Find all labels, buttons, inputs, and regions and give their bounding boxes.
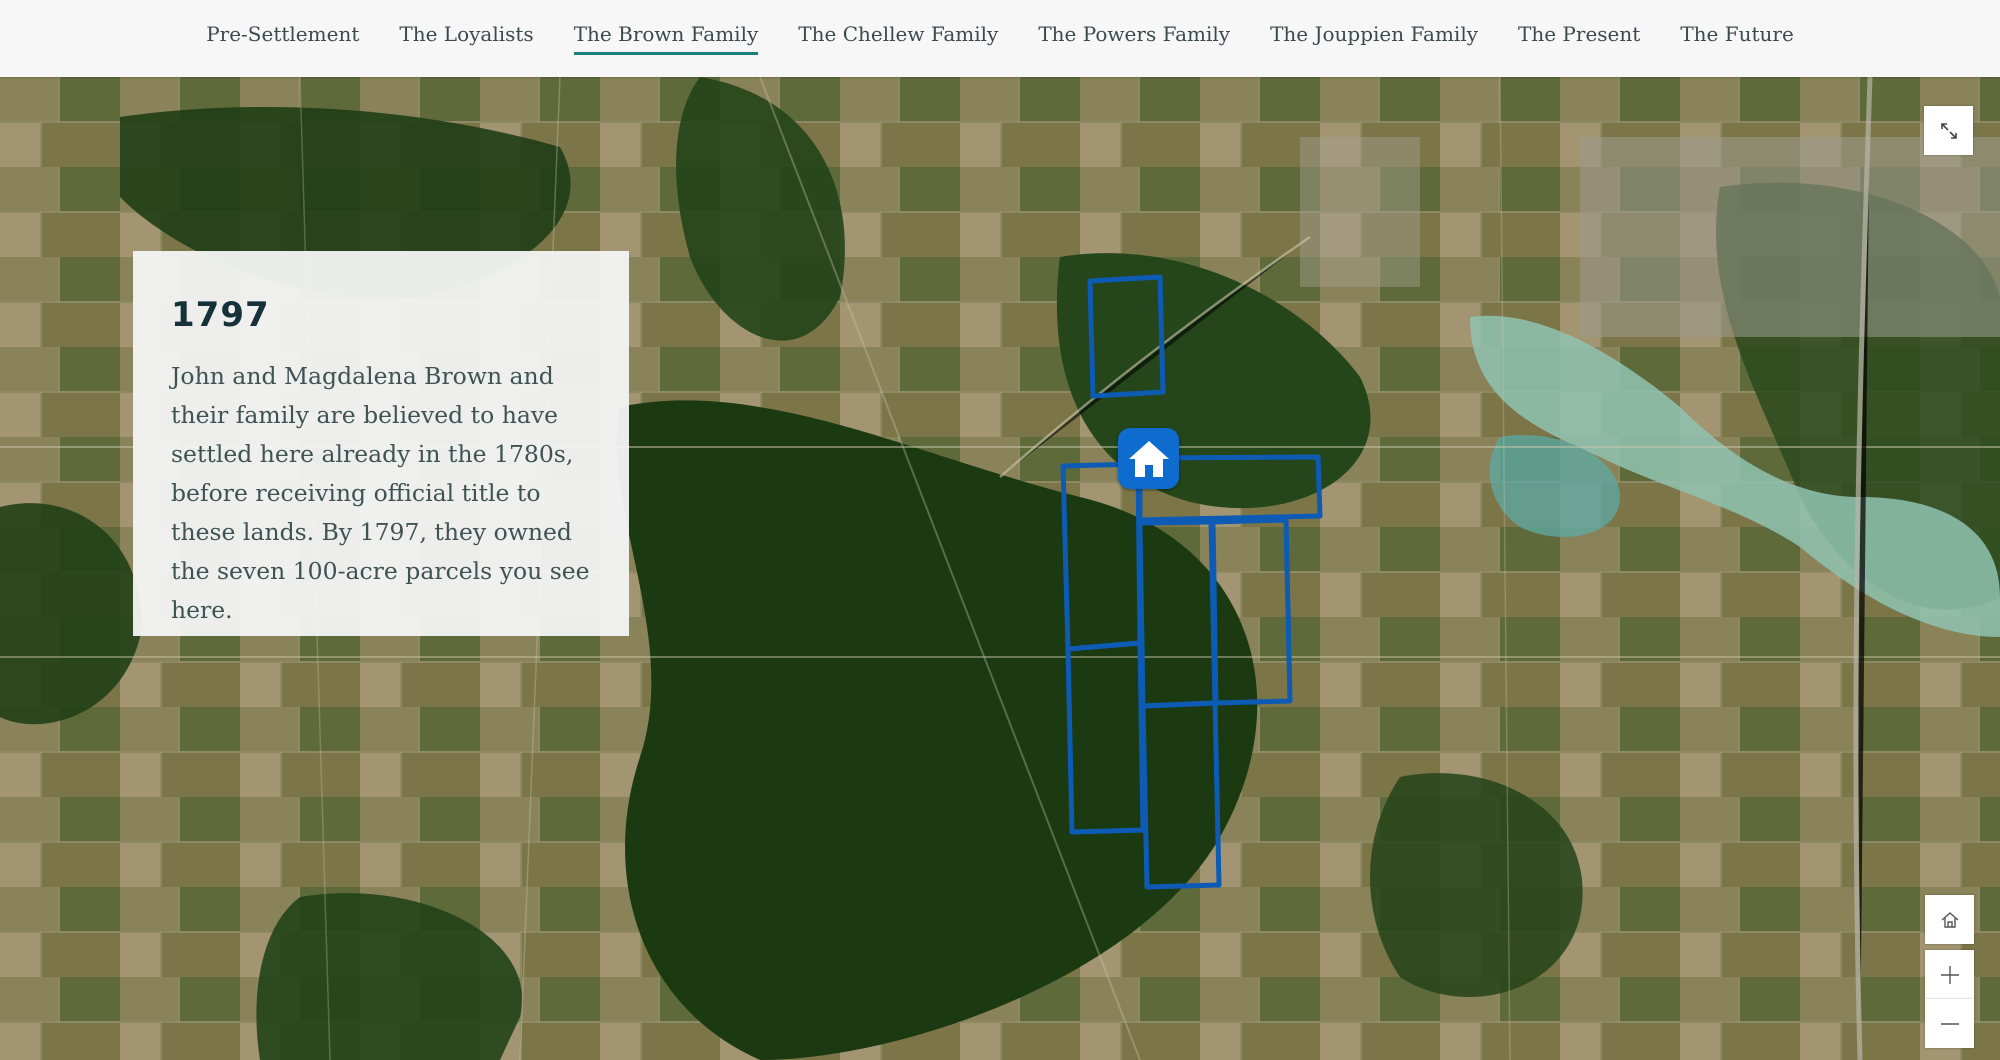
story-navigation: Pre-Settlement The Loyalists The Brown F… [0,0,2000,77]
story-card: 1797 John and Magdalena Brown and their … [133,251,629,636]
expand-icon [1940,122,1957,139]
homestead-marker[interactable] [1118,428,1179,489]
parcel-6[interactable] [1065,640,1146,835]
home-icon [1941,911,1958,928]
nav-item-loyalists[interactable]: The Loyalists [399,22,533,55]
fullscreen-button[interactable] [1924,106,1973,155]
zoom-in-button[interactable] [1925,950,1974,999]
plus-icon [1940,965,1959,984]
card-description: John and Magdalena Brown and their famil… [171,362,590,624]
parcel-1[interactable] [1087,274,1166,399]
nav-item-chellew-family[interactable]: The Chellew Family [798,22,998,55]
parcel-3[interactable] [1060,461,1143,652]
nav-item-pre-settlement[interactable]: Pre-Settlement [206,22,359,55]
zoom-out-button[interactable] [1925,999,1974,1048]
default-extent-button[interactable] [1925,895,1974,944]
parcel-4[interactable] [1137,519,1218,709]
nav-item-present[interactable]: The Present [1518,22,1640,55]
parcel-5[interactable] [1210,517,1293,706]
nav-item-powers-family[interactable]: The Powers Family [1038,22,1230,55]
minus-icon [1940,1022,1959,1025]
nav-item-future[interactable]: The Future [1680,22,1794,55]
parcel-7[interactable] [1140,700,1222,890]
nav-item-brown-family[interactable]: The Brown Family [573,22,759,55]
parcel-group [1060,274,1323,890]
home-icon [1128,440,1169,477]
card-year-heading: 1797 [171,295,270,335]
nav-item-jouppien-family[interactable]: The Jouppien Family [1270,22,1478,55]
